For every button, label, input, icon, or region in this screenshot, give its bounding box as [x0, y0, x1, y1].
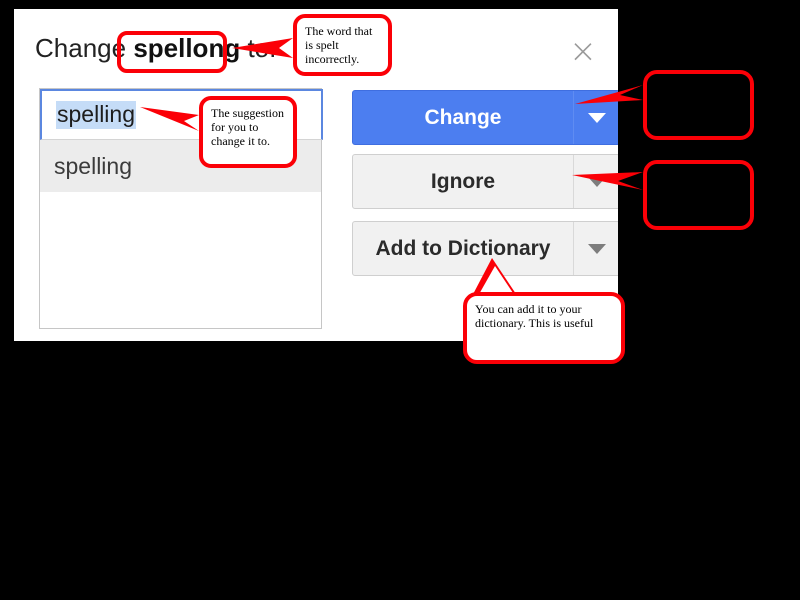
ignore-button-label: Ignore	[353, 155, 573, 208]
change-button-label: Change	[353, 91, 573, 144]
chevron-down-icon	[588, 113, 606, 123]
misspelled-word: spellong	[133, 33, 240, 63]
suggestion-list[interactable]: spelling	[40, 140, 321, 328]
change-dropdown-toggle[interactable]	[573, 91, 618, 144]
change-button[interactable]: Change	[352, 90, 618, 145]
chevron-down-icon	[588, 177, 606, 187]
add-to-dictionary-button-label: Add to Dictionary	[353, 222, 573, 275]
ignore-dropdown-toggle[interactable]	[573, 155, 618, 208]
list-item-label: spelling	[54, 153, 132, 180]
word-input[interactable]: spelling	[40, 89, 323, 140]
add-to-dictionary-button[interactable]: Add to Dictionary	[352, 221, 618, 276]
list-item[interactable]: spelling	[40, 140, 321, 192]
canvas-right-margin	[618, 0, 800, 341]
title-prefix: Change	[35, 33, 126, 63]
canvas-bottom-margin	[0, 341, 800, 600]
close-icon[interactable]: ×	[566, 35, 600, 69]
ignore-button[interactable]: Ignore	[352, 154, 618, 209]
dialog-title: Change spellong to:	[35, 33, 276, 64]
add-to-dictionary-dropdown-toggle[interactable]	[573, 222, 618, 275]
screenshot-canvas: Change spellong to: × spelling spelling …	[0, 0, 800, 600]
chevron-down-icon	[588, 244, 606, 254]
spell-check-dialog: Change spellong to: × spelling spelling …	[14, 9, 618, 341]
title-suffix: to:	[247, 33, 276, 63]
word-input-value: spelling	[56, 101, 136, 128]
suggestion-panel: spelling spelling	[39, 88, 322, 329]
